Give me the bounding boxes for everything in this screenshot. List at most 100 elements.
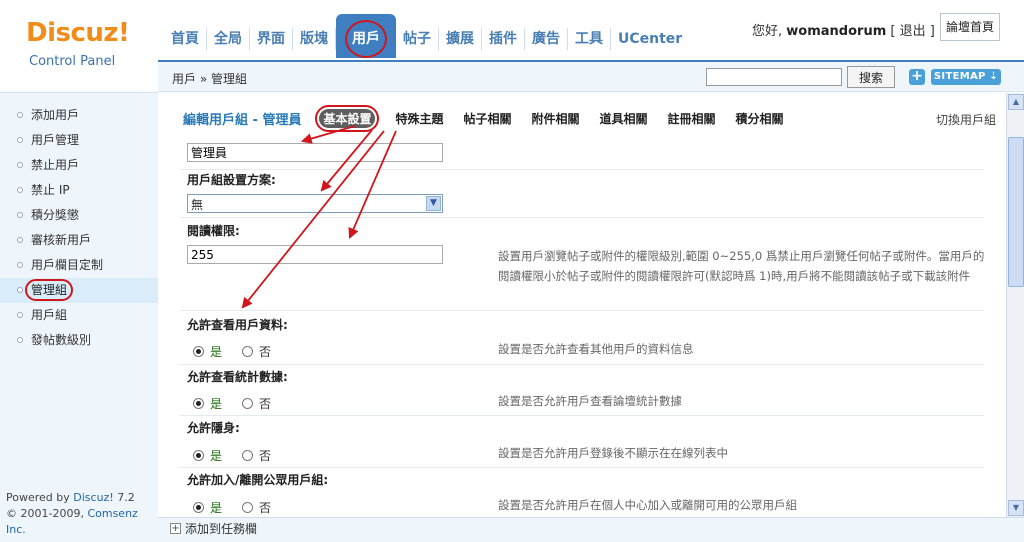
radio-no-label: 否 — [259, 397, 272, 411]
option-label: 允許查看用戶資料: — [187, 318, 288, 332]
switch-group-dropdown[interactable]: 切換用戶組 — [936, 111, 996, 128]
radio-no[interactable] — [242, 398, 254, 409]
subtab-posts[interactable]: 帖子相關 — [463, 110, 511, 127]
add-shortcut-icon[interactable]: + — [909, 69, 925, 85]
nav-tabs: 首頁 全局 界面 版塊 用戶 帖子 擴展 插件 廣告 工具 UCenter — [164, 14, 689, 58]
plus-icon: + — [170, 523, 181, 534]
copyright: © 2001-2009, Comsenz Inc. — [6, 506, 158, 538]
sidebar-menu: 添加用戶 用戶管理 禁止用戶 禁止 IP 積分獎懲 審核新用戶 用戶欄目定制 管… — [0, 93, 158, 353]
scheme-selected-value: 無 — [191, 198, 204, 212]
sidebar-item-label: 禁止 IP — [31, 183, 70, 197]
radio-yes[interactable] — [193, 346, 204, 357]
tab-tools[interactable]: 工具 — [568, 28, 611, 50]
brand-logo: Discuz! — [26, 18, 130, 48]
radio-no[interactable] — [242, 502, 254, 513]
sidebar-item-user-groups[interactable]: 用戶組 — [0, 303, 158, 328]
sidebar-item-add-user[interactable]: 添加用戶 — [0, 103, 158, 128]
subtab-attachments[interactable]: 附件相關 — [532, 110, 580, 127]
tab-extensions[interactable]: 擴展 — [439, 28, 482, 50]
radio-no[interactable] — [242, 450, 254, 461]
group-name-field[interactable] — [187, 143, 443, 162]
sidebar-item-label: 用戶組 — [31, 308, 68, 322]
read-permission-field[interactable] — [187, 245, 443, 264]
forum-home-button[interactable]: 論壇首頁 — [940, 13, 1001, 41]
logo-area: Discuz! Control Panel — [0, 0, 158, 92]
sidebar-item-label: 發帖數級別 — [31, 333, 92, 347]
logout-link[interactable]: [ 退出 ] — [890, 24, 934, 39]
subtab-registration[interactable]: 註冊相關 — [668, 110, 716, 127]
subtab-special-threads[interactable]: 特殊主題 — [395, 110, 443, 127]
page-title: 編輯用戶組 - 管理員 — [183, 112, 302, 128]
sidebar-item-admin-groups[interactable]: 管理組 — [0, 278, 158, 303]
vertical-scrollbar[interactable]: ▲ ▼ — [1006, 93, 1024, 517]
subtab-magic[interactable]: 道具相關 — [600, 110, 648, 127]
option-description: 設置是否允許查看其他用戶的資料信息 — [498, 342, 694, 356]
scroll-down-icon[interactable]: ▼ — [1008, 500, 1024, 516]
tab-global[interactable]: 全局 — [207, 28, 250, 50]
scroll-thumb[interactable] — [1008, 137, 1024, 287]
radio-yes-label: 是 — [210, 449, 223, 463]
scroll-up-icon[interactable]: ▲ — [1008, 94, 1024, 110]
bullet-icon — [17, 137, 23, 143]
divider — [180, 310, 984, 311]
divider — [180, 217, 984, 218]
bullet-icon — [17, 237, 23, 243]
sidebar-item-ban-user[interactable]: 禁止用戶 — [0, 153, 158, 178]
sidebar-item-credit-rewards[interactable]: 積分獎懲 — [0, 203, 158, 228]
option-description: 設置是否允許用戶登錄後不顯示在在線列表中 — [498, 446, 728, 460]
read-permission-description: 設置用戶瀏覽帖子或附件的權限級別,範圍 0~255,0 爲禁止用戶瀏覽任何帖子或… — [498, 249, 985, 283]
radio-no-label: 否 — [259, 501, 272, 515]
breadcrumb-bar: 用戶 » 管理組 搜索 + SITEMAP ⇣ — [158, 60, 1024, 92]
username: womandorum — [786, 24, 887, 39]
sidebar-item-ban-ip[interactable]: 禁止 IP — [0, 178, 158, 203]
scheme-label: 用戶組設置方案: — [187, 173, 276, 187]
tab-forums[interactable]: 版塊 — [293, 28, 336, 50]
tab-users-label: 用戶 — [345, 20, 387, 58]
sidebar-item-user-management[interactable]: 用戶管理 — [0, 128, 158, 153]
radio-yes[interactable] — [193, 398, 204, 409]
bullet-icon — [17, 212, 23, 218]
powered-by: Powered by Discuz! 7.2 — [6, 490, 158, 506]
sidebar-item-label: 管理組 — [25, 279, 74, 301]
tab-interface[interactable]: 界面 — [250, 28, 293, 50]
chevron-down-icon[interactable]: ▼ — [426, 196, 441, 211]
sidebar-item-profile-fields[interactable]: 用戶欄目定制 — [0, 253, 158, 278]
breadcrumb: 用戶 » 管理組 — [172, 72, 247, 86]
read-permission-label: 閱讀權限: — [187, 224, 240, 238]
radio-yes[interactable] — [193, 450, 204, 461]
tab-ads[interactable]: 廣告 — [525, 28, 568, 50]
option-description: 設置是否允許用戶查看論壇統計數據 — [498, 394, 682, 408]
sidebar-item-review-new-users[interactable]: 審核新用戶 — [0, 228, 158, 253]
tab-ucenter[interactable]: UCenter — [611, 28, 689, 50]
tab-plugins[interactable]: 插件 — [482, 28, 525, 50]
main-content: 編輯用戶組 - 管理員 基本設置 特殊主題 帖子相關 附件相關 道具相關 註冊相… — [158, 93, 1006, 517]
radio-yes-label: 是 — [210, 345, 223, 359]
greeting: 您好, — [752, 24, 783, 39]
subtab-credits[interactable]: 積分相關 — [736, 110, 784, 127]
radio-yes[interactable] — [193, 502, 204, 513]
radio-no-label: 否 — [259, 449, 272, 463]
bullet-icon — [17, 287, 23, 293]
radio-no[interactable] — [242, 346, 254, 357]
tab-posts[interactable]: 帖子 — [396, 28, 439, 50]
search-button[interactable]: 搜索 — [847, 66, 895, 88]
add-to-taskbar-label: 添加到任務欄 — [185, 522, 258, 536]
tab-users[interactable]: 用戶 — [336, 14, 396, 58]
sidebar-item-label: 禁止用戶 — [31, 158, 80, 172]
scheme-select[interactable]: 無 ▼ — [187, 194, 443, 213]
divider — [180, 169, 984, 170]
option-radio-group: 是 否 — [193, 343, 271, 360]
bullet-icon — [17, 262, 23, 268]
search-input[interactable] — [706, 68, 842, 86]
radio-yes-label: 是 — [210, 501, 223, 515]
add-to-taskbar-button[interactable]: + 添加到任務欄 — [170, 520, 257, 537]
subtab-basic-settings[interactable]: 基本設置 — [315, 104, 380, 132]
tab-home[interactable]: 首頁 — [164, 28, 207, 50]
powered-product-link[interactable]: Discuz! — [73, 491, 113, 504]
sidebar-item-post-ranks[interactable]: 發帖數級別 — [0, 328, 158, 353]
bullet-icon — [17, 162, 23, 168]
sitemap-button[interactable]: SITEMAP ⇣ — [931, 69, 1001, 85]
task-bar: + 添加到任務欄 — [158, 517, 1024, 542]
option-radio-group: 是 否 — [193, 395, 271, 412]
powered-version: 7.2 — [113, 491, 135, 504]
